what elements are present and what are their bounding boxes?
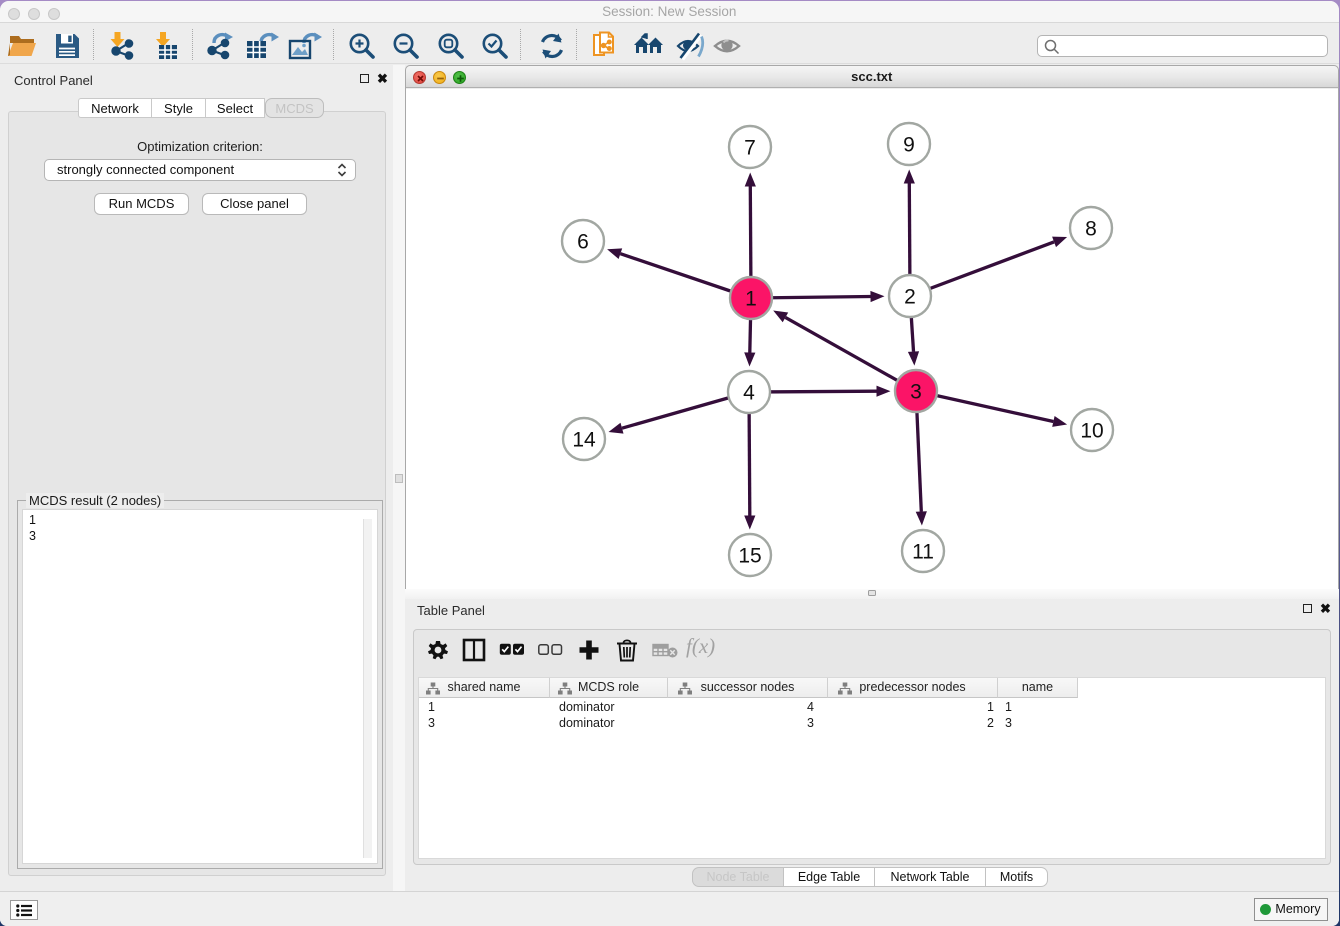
svg-text:9: 9: [903, 134, 915, 157]
svg-text:15: 15: [738, 545, 761, 568]
svg-text:1: 1: [745, 288, 757, 311]
svg-text:4: 4: [743, 382, 755, 405]
svg-text:2: 2: [904, 286, 916, 309]
svg-text:8: 8: [1085, 218, 1097, 241]
svg-text:11: 11: [912, 541, 934, 564]
svg-text:6: 6: [577, 231, 589, 254]
svg-text:10: 10: [1080, 420, 1103, 443]
svg-text:7: 7: [744, 137, 756, 160]
svg-text:14: 14: [572, 429, 596, 452]
svg-text:3: 3: [910, 381, 922, 404]
